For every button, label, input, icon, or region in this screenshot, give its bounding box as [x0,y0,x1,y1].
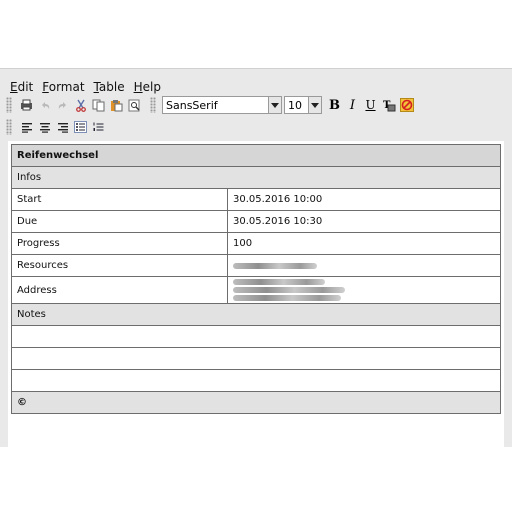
paragraph-toolbar [6,117,108,137]
redacted-text [233,287,345,293]
underline-button[interactable]: U [362,97,379,114]
italic-button[interactable]: I [344,97,361,114]
row-value[interactable]: 30.05.2016 10:30 [227,210,501,233]
row-label[interactable]: Address [11,276,228,304]
notes-line[interactable] [11,369,501,392]
section-infos[interactable]: Infos [11,166,501,189]
table-row: Address [11,276,501,304]
address-value[interactable] [227,276,501,304]
paste-icon[interactable] [108,97,125,114]
chevron-down-icon[interactable] [308,97,321,113]
notes-line[interactable] [11,325,501,348]
font-family-select[interactable]: SansSerif [162,96,282,114]
main-toolbar: SansSerif 10 B I U T [6,95,416,115]
footer-copyright[interactable]: © [11,391,501,414]
bullet-list-icon[interactable] [72,119,89,136]
print-icon[interactable] [18,97,35,114]
font-size-select[interactable]: 10 [284,96,322,114]
table-row: Due 30.05.2016 10:30 [11,210,501,233]
font-size-value: 10 [288,98,302,112]
undo-icon[interactable] [36,97,53,114]
row-label[interactable]: Progress [11,232,228,255]
numbered-list-icon[interactable] [90,119,107,136]
align-left-icon[interactable] [18,119,35,136]
clear-format-icon[interactable] [398,97,415,114]
text-color-icon[interactable]: T [380,97,397,114]
notes-line[interactable] [11,347,501,370]
row-value[interactable]: 30.05.2016 10:00 [227,188,501,211]
menu-edit[interactable]: Edit [0,80,38,94]
align-center-icon[interactable] [36,119,53,136]
menu-table[interactable]: Table [90,80,130,94]
resources-value[interactable] [227,254,501,277]
chevron-down-icon[interactable] [268,97,281,113]
row-label[interactable]: Resources [11,254,228,277]
bold-button[interactable]: B [326,97,343,114]
editor-window: Edit Format Table Help SansSerif 10 B I … [0,68,512,447]
menu-help[interactable]: Help [130,80,166,94]
align-right-icon[interactable] [54,119,71,136]
menu-bar: Edit Format Table Help [0,77,512,97]
copy-icon[interactable] [90,97,107,114]
table-row: Progress 100 [11,232,501,255]
redacted-text [233,262,317,269]
toolbar-grip-icon[interactable] [150,97,156,113]
cut-icon[interactable] [72,97,89,114]
toolbar-grip-icon[interactable] [6,119,12,135]
font-family-value: SansSerif [166,98,218,112]
row-label[interactable]: Start [11,188,228,211]
section-notes[interactable]: Notes [11,303,501,326]
redacted-text [233,295,341,301]
row-value[interactable]: 100 [227,232,501,255]
menu-format[interactable]: Format [38,80,89,94]
table-row: Resources [11,254,501,277]
row-label[interactable]: Due [11,210,228,233]
info-table: Reifenwechsel Infos Start 30.05.2016 10:… [11,144,501,414]
redo-icon[interactable] [54,97,71,114]
document-area[interactable]: Reifenwechsel Infos Start 30.05.2016 10:… [8,141,504,447]
find-icon[interactable] [126,97,143,114]
redacted-text [233,279,325,285]
table-row: Start 30.05.2016 10:00 [11,188,501,211]
toolbar-grip-icon[interactable] [6,97,12,113]
document-title[interactable]: Reifenwechsel [11,144,501,167]
